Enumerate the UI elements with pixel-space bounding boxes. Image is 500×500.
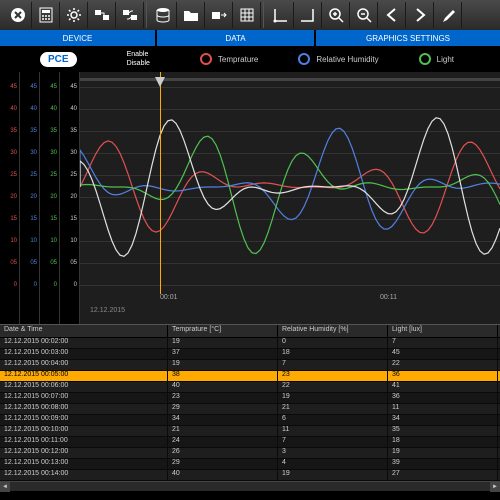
zoom-in-icon[interactable] bbox=[322, 2, 350, 28]
axis-left-icon[interactable] bbox=[266, 2, 294, 28]
y-tick: 25 bbox=[10, 172, 17, 178]
y-tick: 0 bbox=[74, 282, 77, 288]
legend-item[interactable]: Light bbox=[419, 53, 454, 65]
y-tick: 05 bbox=[10, 260, 17, 266]
table-row[interactable]: 12.12.2015 00:04:0019722 bbox=[0, 360, 500, 371]
section-tabs: DEVICE DATA GRAPHICS SETTINGS bbox=[0, 30, 500, 46]
y-tick: 35 bbox=[10, 128, 17, 134]
th-datetime[interactable]: Date & Time bbox=[0, 325, 168, 337]
x-date: 12.12.2015 bbox=[90, 307, 125, 314]
y-tick: 05 bbox=[30, 260, 37, 266]
data-table: Date & Time Temprature [°C] Relative Hum… bbox=[0, 324, 500, 491]
y-tick: 40 bbox=[70, 106, 77, 112]
chart-area: 45 40 35 30 25 20 15 10 05 0 45 40 35 30 25 20 15 10 05 0 45… bbox=[0, 72, 500, 324]
main-toolbar bbox=[0, 0, 500, 30]
y-tick: 15 bbox=[50, 216, 57, 222]
next-icon[interactable] bbox=[406, 2, 434, 28]
prev-icon[interactable] bbox=[378, 2, 406, 28]
gear-icon[interactable] bbox=[60, 2, 88, 28]
table-row[interactable]: 12.12.2015 00:02:001907 bbox=[0, 338, 500, 349]
y-tick: 0 bbox=[34, 282, 37, 288]
scroll-left-icon[interactable]: ◄ bbox=[0, 482, 10, 492]
pipette-icon[interactable] bbox=[434, 2, 462, 28]
table-row[interactable]: 12.12.2015 00:05:00382336 bbox=[0, 371, 500, 382]
table-row[interactable]: 12.12.2015 00:08:00292111 bbox=[0, 404, 500, 415]
axis-right-icon[interactable] bbox=[294, 2, 322, 28]
close-icon[interactable] bbox=[4, 2, 32, 28]
y-tick: 30 bbox=[50, 150, 57, 156]
th-rh[interactable]: Relative Humidity [%] bbox=[278, 325, 388, 337]
sync-icon[interactable] bbox=[116, 2, 144, 28]
y-tick: 20 bbox=[50, 194, 57, 200]
legend-bar: PCE EnableDisable Temprature Relative Hum… bbox=[0, 46, 500, 72]
h-scrollbar[interactable]: ◄ ► bbox=[0, 481, 500, 491]
plot[interactable]: 12.12.2015 00:01 00:11 bbox=[80, 72, 500, 324]
y-tick: 30 bbox=[10, 150, 17, 156]
y-tick: 35 bbox=[50, 128, 57, 134]
grid-icon[interactable] bbox=[233, 2, 261, 28]
tab-device[interactable]: DEVICE bbox=[0, 30, 155, 46]
folder-icon[interactable] bbox=[177, 2, 205, 28]
y-tick: 05 bbox=[70, 260, 77, 266]
y-tick: 40 bbox=[50, 106, 57, 112]
y-tick: 35 bbox=[70, 128, 77, 134]
y-tick: 0 bbox=[54, 282, 57, 288]
table-row[interactable]: 12.12.2015 00:12:0026319 bbox=[0, 448, 500, 459]
y-tick: 45 bbox=[70, 84, 77, 90]
y-tick: 10 bbox=[10, 238, 17, 244]
y-tick: 10 bbox=[30, 238, 37, 244]
y-tick: 45 bbox=[10, 84, 17, 90]
logo: PCE bbox=[40, 52, 77, 67]
y-tick: 45 bbox=[50, 84, 57, 90]
table-row[interactable]: 12.12.2015 00:07:00231936 bbox=[0, 393, 500, 404]
y-tick: 15 bbox=[10, 216, 17, 222]
legend-item[interactable]: Temprature bbox=[200, 53, 258, 65]
table-row[interactable]: 12.12.2015 00:14:00401927 bbox=[0, 470, 500, 481]
y-tick: 25 bbox=[70, 172, 77, 178]
y-tick: 20 bbox=[70, 194, 77, 200]
y-tick: 10 bbox=[50, 238, 57, 244]
y-tick: 40 bbox=[30, 106, 37, 112]
table-row[interactable]: 12.12.2015 00:11:0024718 bbox=[0, 437, 500, 448]
y-tick: 0 bbox=[14, 282, 17, 288]
y-tick: 10 bbox=[70, 238, 77, 244]
y-tick: 15 bbox=[70, 216, 77, 222]
zoom-out-icon[interactable] bbox=[350, 2, 378, 28]
table-row[interactable]: 12.12.2015 00:06:00402241 bbox=[0, 382, 500, 393]
table-row[interactable]: 12.12.2015 00:13:0029439 bbox=[0, 459, 500, 470]
y-tick: 25 bbox=[30, 172, 37, 178]
th-light[interactable]: Light [lux] bbox=[388, 325, 498, 337]
y-tick: 20 bbox=[10, 194, 17, 200]
scroll-right-icon[interactable]: ► bbox=[490, 482, 500, 492]
y-tick: 20 bbox=[30, 194, 37, 200]
y-tick: 30 bbox=[70, 150, 77, 156]
calculator-icon[interactable] bbox=[32, 2, 60, 28]
table-header: Date & Time Temprature [°C] Relative Hum… bbox=[0, 324, 500, 338]
table-row[interactable]: 12.12.2015 00:03:00371845 bbox=[0, 349, 500, 360]
tab-graphics[interactable]: GRAPHICS SETTINGS bbox=[316, 30, 500, 46]
enable-toggle[interactable]: EnableDisable bbox=[127, 50, 150, 68]
y-tick: 30 bbox=[30, 150, 37, 156]
y-tick: 45 bbox=[30, 84, 37, 90]
y-tick: 40 bbox=[10, 106, 17, 112]
table-row[interactable]: 12.12.2015 00:09:0034634 bbox=[0, 415, 500, 426]
time-cursor[interactable] bbox=[160, 72, 161, 294]
y-tick: 05 bbox=[50, 260, 57, 266]
database-icon[interactable] bbox=[149, 2, 177, 28]
th-temp[interactable]: Temprature [°C] bbox=[168, 325, 278, 337]
table-row[interactable]: 12.12.2015 00:10:00211135 bbox=[0, 426, 500, 437]
y-tick: 35 bbox=[30, 128, 37, 134]
tab-data[interactable]: DATA bbox=[157, 30, 314, 46]
connect-icon[interactable] bbox=[88, 2, 116, 28]
legend-item[interactable]: Relative Humidity bbox=[298, 53, 378, 65]
x-tick: 00:01 bbox=[160, 294, 178, 301]
time-track[interactable] bbox=[80, 78, 500, 81]
y-tick: 25 bbox=[50, 172, 57, 178]
x-tick: 00:11 bbox=[380, 294, 397, 301]
export-icon[interactable] bbox=[205, 2, 233, 28]
y-tick: 15 bbox=[30, 216, 37, 222]
